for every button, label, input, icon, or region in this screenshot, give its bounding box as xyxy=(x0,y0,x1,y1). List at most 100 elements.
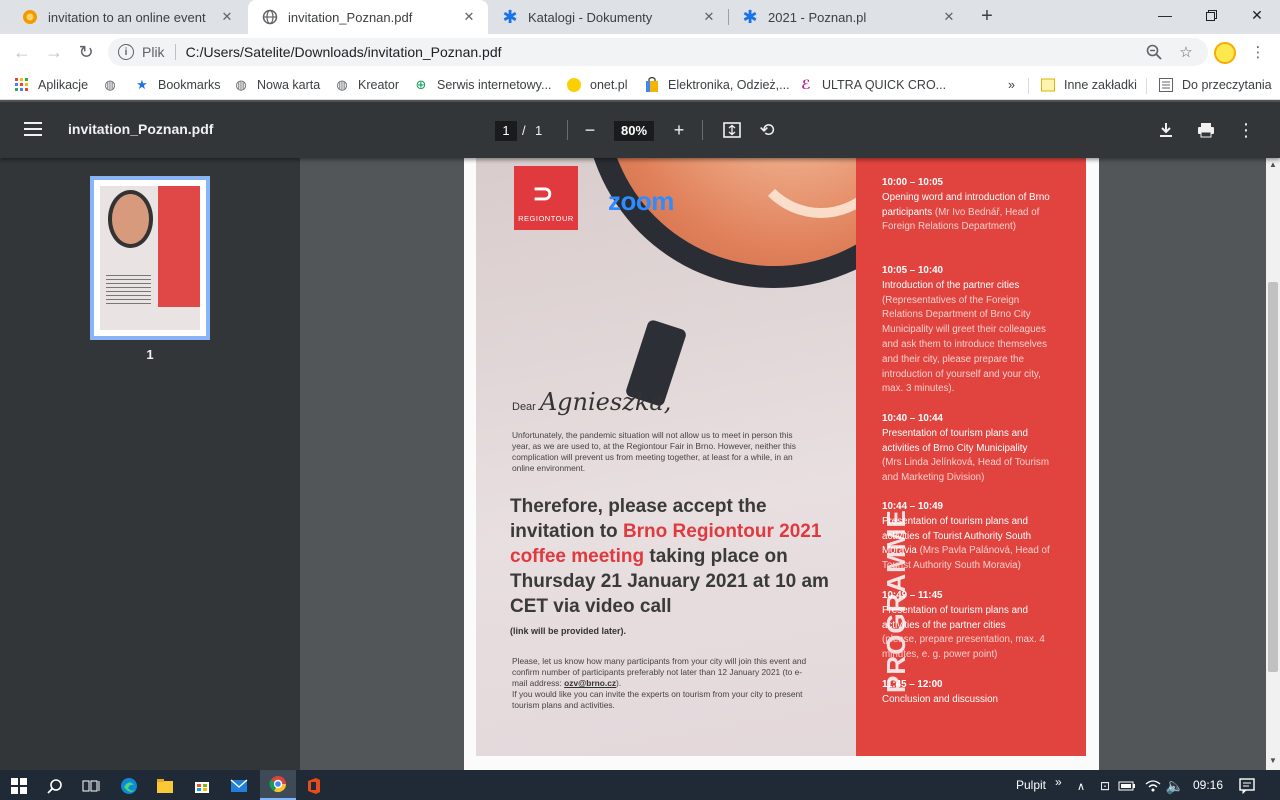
address-bar[interactable]: i Plik C:/Users/Satelite/Downloads/invit… xyxy=(108,38,1208,66)
bookmark-globe[interactable]: ◍ xyxy=(102,75,126,95)
tab-2021-poznan[interactable]: ✱ 2021 - Poznan.pl ✕ xyxy=(728,0,968,34)
bookmark-serwis[interactable]: ⊕ Serwis internetowy... xyxy=(413,75,552,95)
link-note: (link will be provided later). xyxy=(510,626,627,636)
bookmark-nowa-karta[interactable]: ◍ Nowa karta xyxy=(233,75,320,95)
separator xyxy=(1028,78,1029,94)
tab-katalogi-dokumenty[interactable]: ✱ Katalogi - Dokumenty ✕ xyxy=(488,0,728,34)
email-link: ozv@brno.cz xyxy=(564,678,617,688)
scroll-up-icon[interactable]: ▲ xyxy=(1268,160,1278,170)
vertical-scrollbar[interactable]: ▲ ▼ xyxy=(1266,158,1280,770)
folder-icon xyxy=(1040,77,1056,93)
shopping-bag-icon xyxy=(644,77,660,93)
bookmark-do-przeczytania[interactable]: Do przeczytania xyxy=(1158,75,1272,95)
bookmark-onet[interactable]: onet.pl xyxy=(566,75,628,95)
salutation: Dear Agnieszka, xyxy=(512,388,671,416)
search-icon[interactable] xyxy=(44,775,66,797)
bookmark-label: Inne zakładki xyxy=(1064,78,1137,92)
minimize-button[interactable]: — xyxy=(1142,0,1188,30)
bookmark-label: Nowa karta xyxy=(257,78,321,92)
bookmarks-bar: Aplikacje ◍ ★ Bookmarks ◍ Nowa karta ◍ K… xyxy=(0,70,1280,100)
rotate-icon[interactable]: ⟲ xyxy=(755,118,779,142)
windows-start-icon[interactable] xyxy=(8,775,30,797)
zoom-in-icon[interactable]: + xyxy=(667,118,691,142)
programme-item: 10:44 – 10:49 Presentation of tourism pla… xyxy=(882,501,1050,572)
pdf-toolbar: invitation_Poznan.pdf 1 / 1 − 80% + ⟲ ⋮ xyxy=(0,102,1280,158)
scrollbar-thumb[interactable] xyxy=(1268,282,1278,672)
volume-icon[interactable]: 🔈 xyxy=(1164,775,1186,797)
clock-time[interactable]: 09:16 xyxy=(1193,778,1223,792)
show-hidden-icons[interactable]: ∧ xyxy=(1070,775,1092,797)
globe-icon xyxy=(262,9,278,25)
bookmark-inne-zakladki[interactable]: Inne zakładki xyxy=(1040,75,1137,95)
scroll-down-icon[interactable]: ▼ xyxy=(1268,756,1278,766)
mail-icon[interactable] xyxy=(228,775,250,797)
battery-icon[interactable] xyxy=(1116,775,1138,797)
office-icon[interactable] xyxy=(303,775,325,797)
menu-icon[interactable] xyxy=(24,122,42,136)
reload-button[interactable]: ↻ xyxy=(72,38,100,66)
chrome-taskbar-icon[interactable] xyxy=(260,770,296,800)
new-tab-button[interactable]: + xyxy=(976,6,998,28)
toolbar-chevron-icon[interactable]: » xyxy=(1055,775,1062,789)
programme-item: 10:05 – 10:40 Introduction of the partner… xyxy=(882,265,1048,395)
bookmark-label: Aplikacje xyxy=(38,78,89,92)
zoom-icon[interactable] xyxy=(1142,40,1166,64)
programme-item: 11:45 – 12:00 Conclusion and discussion xyxy=(882,679,998,705)
tab-label: Katalogi - Dokumenty xyxy=(528,9,653,25)
store-icon[interactable] xyxy=(191,775,213,797)
wifi-icon[interactable] xyxy=(1142,775,1164,797)
windows-taskbar: Pulpit » ∧ ⊡ 🔈 09:16 xyxy=(0,770,1280,800)
profile-avatar[interactable] xyxy=(1214,42,1236,64)
more-chevron-icon: » xyxy=(1008,78,1015,92)
tab-invitation-poznan-pdf[interactable]: invitation_Poznan.pdf ✕ xyxy=(248,0,488,34)
notifications-icon[interactable] xyxy=(1236,775,1258,797)
apps-grid-icon xyxy=(14,77,30,93)
print-icon[interactable] xyxy=(1194,118,1218,142)
zoom-level-input[interactable]: 80% xyxy=(614,121,654,141)
regiontour-logo: ⊃ REGIONTOUR xyxy=(514,166,578,230)
restore-button[interactable] xyxy=(1188,0,1234,30)
globe-icon: ◍ xyxy=(104,77,116,92)
star-icon: ★ xyxy=(136,77,148,92)
separator xyxy=(1146,78,1147,94)
forward-button[interactable]: → xyxy=(40,38,68,66)
download-icon[interactable] xyxy=(1154,118,1178,142)
close-icon[interactable]: ✕ xyxy=(700,8,718,26)
programme-item: 10:00 – 10:05 Opening word and introducti… xyxy=(882,177,1050,233)
bookmark-aplikacje[interactable]: Aplikacje xyxy=(14,75,88,95)
task-view-icon[interactable] xyxy=(80,775,102,797)
bookmarks-more-button[interactable]: » xyxy=(1008,75,1015,95)
bookmark-star-icon[interactable]: ☆ xyxy=(1174,40,1198,64)
menu-dots-icon[interactable]: ⋮ xyxy=(1246,40,1270,64)
bookmark-elektronika[interactable]: Elektronika, Odzież,... xyxy=(644,75,790,95)
meet-now-icon[interactable]: ⊡ xyxy=(1094,775,1116,797)
close-icon[interactable]: ✕ xyxy=(460,8,478,26)
bookmark-ultra-quick[interactable]: ℰ ULTRA QUICK CRO... xyxy=(798,75,946,95)
tab-invitation-online-event[interactable]: invitation to an online event ✕ xyxy=(8,0,246,34)
fit-page-icon[interactable] xyxy=(720,118,744,142)
document-viewport[interactable]: ⊃ REGIONTOUR zoom Dear Agnieszka, Unfortu… xyxy=(300,158,1266,770)
close-icon[interactable]: ✕ xyxy=(218,8,236,26)
close-window-button[interactable]: ✕ xyxy=(1234,0,1280,30)
invitation-poster: ⊃ REGIONTOUR zoom Dear Agnieszka, Unfortu… xyxy=(476,158,1086,756)
more-options-icon[interactable]: ⋮ xyxy=(1234,118,1258,142)
tab-label: invitation_Poznan.pdf xyxy=(288,9,413,25)
back-button[interactable]: ← xyxy=(8,38,36,66)
close-icon[interactable]: ✕ xyxy=(940,8,958,26)
file-explorer-icon[interactable] xyxy=(154,775,176,797)
bookmark-kreator[interactable]: ◍ Kreator xyxy=(334,75,399,95)
zoom-out-icon[interactable]: − xyxy=(578,118,602,142)
desktop-label[interactable]: Pulpit xyxy=(1016,778,1046,792)
regiontour-logo-text: REGIONTOUR xyxy=(518,214,574,223)
reading-list-icon xyxy=(1158,77,1174,93)
info-icon[interactable]: i xyxy=(118,44,134,60)
page-thumbnail[interactable] xyxy=(90,176,210,340)
bookmark-label: Kreator xyxy=(358,78,399,92)
separator xyxy=(174,44,176,60)
bookmark-label: Serwis internetowy... xyxy=(437,78,552,92)
page-number-input[interactable]: 1 xyxy=(495,121,517,141)
url-text[interactable]: C:/Users/Satelite/Downloads/invitation_P… xyxy=(186,44,502,60)
edge-icon[interactable] xyxy=(118,775,140,797)
bookmark-bookmarks[interactable]: ★ Bookmarks xyxy=(134,75,220,95)
bookmark-label: onet.pl xyxy=(590,78,628,92)
